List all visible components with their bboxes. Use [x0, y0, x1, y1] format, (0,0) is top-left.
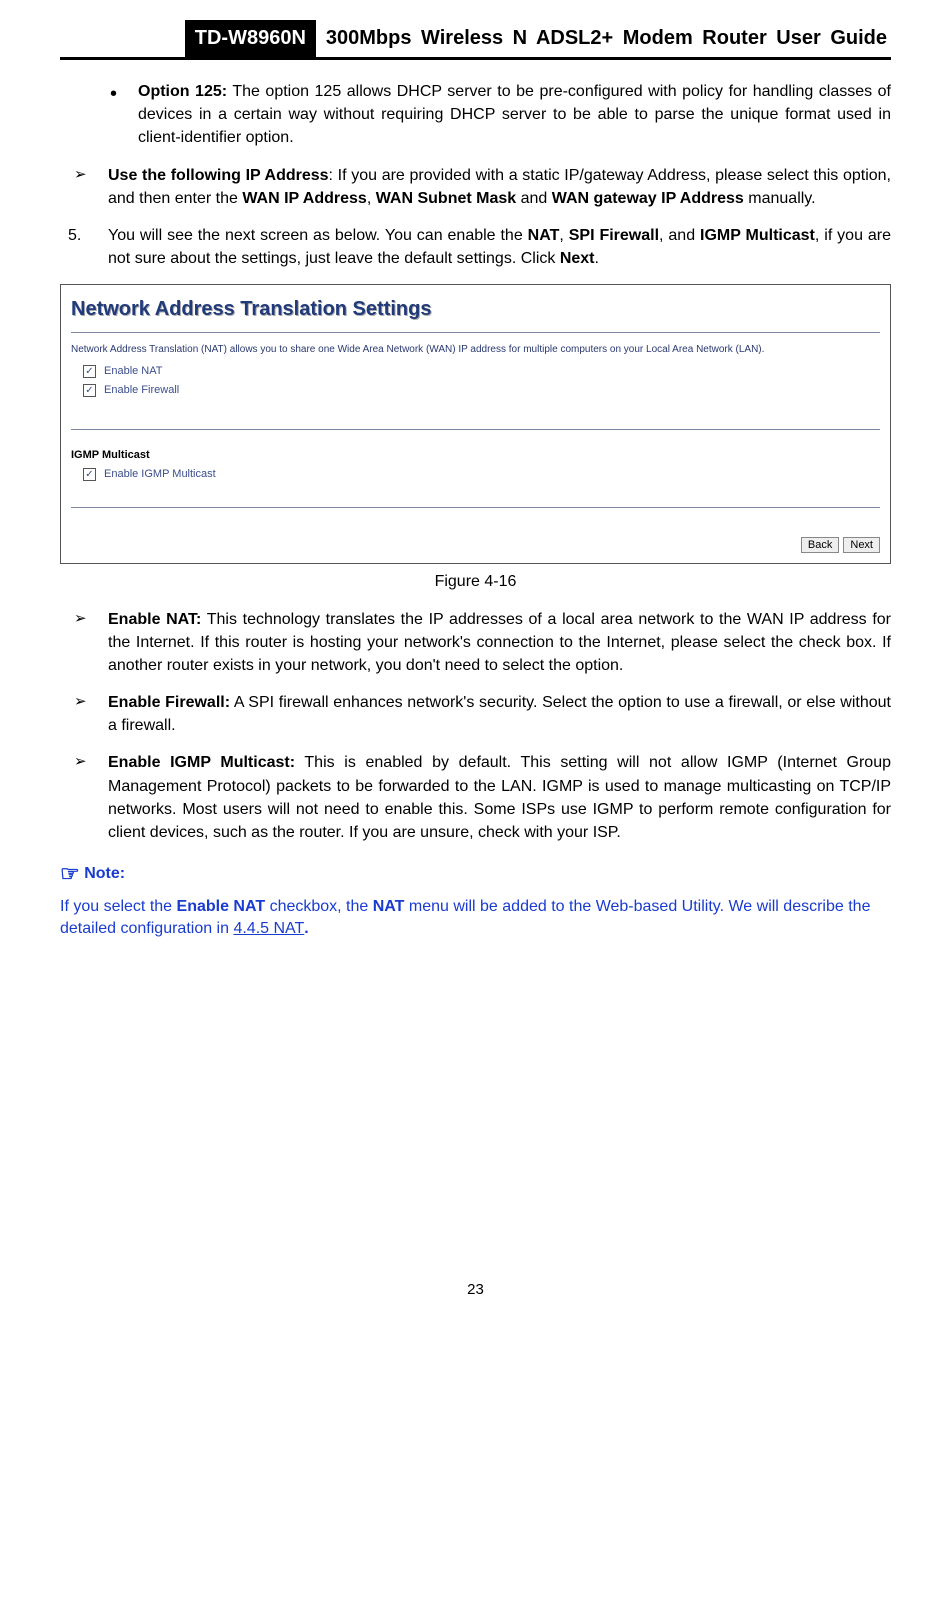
- figure-title: Network Address Translation Settings: [71, 295, 880, 324]
- enable-firewall-desc: Enable Firewall: A SPI firewall enhances…: [74, 691, 891, 737]
- note-header: ☞ Note:: [60, 858, 891, 890]
- figure-desc: Network Address Translation (NAT) allows…: [71, 343, 880, 358]
- step-5-item: 5. You will see the next screen as below…: [60, 224, 891, 270]
- figure-caption: Figure 4-16: [60, 570, 891, 593]
- option-125-item: Option 125: The option 125 allows DHCP s…: [110, 80, 891, 150]
- option-125-label: Option 125:: [138, 83, 227, 100]
- page-header: TD-W8960N 300Mbps Wireless N ADSL2+ Mode…: [60, 20, 891, 60]
- nat-settings-screenshot: Network Address Translation Settings Net…: [60, 284, 891, 564]
- enable-nat-row: ✓ Enable NAT: [83, 364, 880, 380]
- enable-igmp-checkbox[interactable]: ✓: [83, 468, 96, 481]
- divider: [71, 507, 880, 508]
- step-number: 5.: [68, 224, 81, 247]
- enable-nat-label: Enable NAT: [104, 364, 163, 380]
- note-body: If you select the Enable NAT checkbox, t…: [60, 896, 891, 939]
- igmp-heading: IGMP Multicast: [71, 448, 880, 464]
- enable-firewall-checkbox[interactable]: ✓: [83, 384, 96, 397]
- enable-igmp-row: ✓ Enable IGMP Multicast: [83, 467, 880, 483]
- pointing-hand-icon: ☞: [60, 861, 80, 886]
- enable-igmp-label: Enable IGMP Multicast: [104, 467, 216, 483]
- next-button[interactable]: Next: [843, 537, 880, 553]
- note-label: Note:: [84, 865, 125, 882]
- use-ip-item: Use the following IP Address: If you are…: [74, 164, 891, 210]
- enable-firewall-label: Enable Firewall: [104, 383, 179, 399]
- enable-nat-desc: Enable NAT: This technology translates t…: [74, 608, 891, 678]
- use-ip-label: Use the following IP Address: [108, 167, 329, 184]
- divider: [71, 429, 880, 430]
- enable-firewall-row: ✓ Enable Firewall: [83, 383, 880, 399]
- page-number: 23: [60, 1279, 891, 1301]
- divider: [71, 332, 880, 333]
- model-number: TD-W8960N: [185, 20, 316, 57]
- enable-nat-checkbox[interactable]: ✓: [83, 365, 96, 378]
- enable-igmp-desc: Enable IGMP Multicast: This is enabled b…: [74, 751, 891, 844]
- option-125-text: The option 125 allows DHCP server to be …: [138, 83, 891, 146]
- guide-title: 300Mbps Wireless N ADSL2+ Modem Router U…: [316, 20, 891, 57]
- back-button[interactable]: Back: [801, 537, 839, 553]
- nat-section-link[interactable]: 4.4.5 NAT: [233, 920, 304, 937]
